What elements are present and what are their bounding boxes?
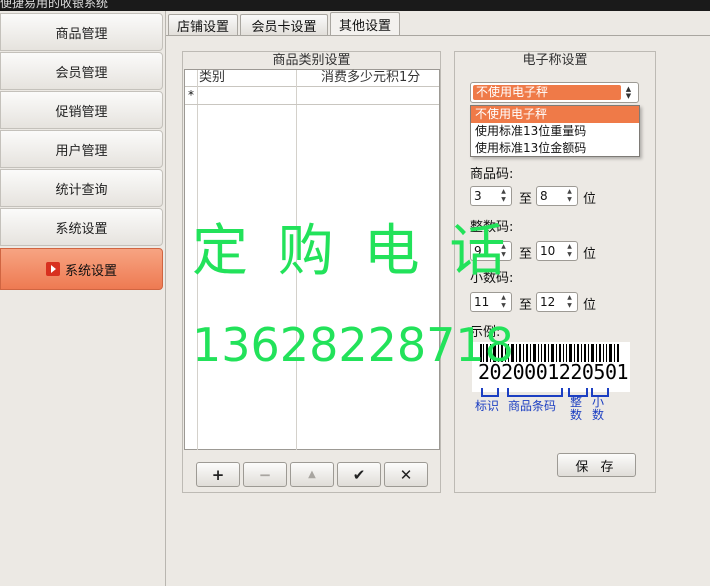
to-label: 至 bbox=[519, 247, 533, 262]
watermark-phone: 13628228718 bbox=[192, 318, 514, 372]
unit-label: 位 bbox=[583, 247, 597, 262]
column-header-category[interactable]: 类别 bbox=[199, 70, 225, 87]
legend-integer: 整 数 bbox=[570, 395, 583, 422]
legend-decimal: 小 数 bbox=[592, 395, 605, 422]
decimal-code-to-spinner[interactable]: 12 ▲ ▼ bbox=[536, 292, 578, 312]
sidebar-item-system-settings-active[interactable]: 系统设置 bbox=[0, 248, 163, 290]
move-up-button[interactable]: ▲ bbox=[290, 462, 334, 487]
legend-product: 商品条码 bbox=[508, 399, 557, 413]
remove-row-button[interactable]: − bbox=[243, 462, 287, 487]
product-code-from-spinner[interactable]: 3 ▲ ▼ bbox=[470, 186, 512, 206]
dropdown-option[interactable]: 使用标准13位重量码 bbox=[471, 123, 639, 140]
sidebar-item-system-settings[interactable]: 系统设置 bbox=[0, 208, 163, 246]
add-row-button[interactable]: + bbox=[196, 462, 240, 487]
table-row-new[interactable]: * bbox=[185, 87, 439, 105]
scale-group-title: 电子称设置 bbox=[522, 53, 588, 68]
window-title: 便捷易用的收银系统 bbox=[0, 0, 109, 10]
spinner-arrows-icon[interactable]: ▲ ▼ bbox=[563, 188, 576, 204]
sidebar-item-promotions[interactable]: 促销管理 bbox=[0, 91, 163, 129]
decimal-code-from-spinner[interactable]: 11 ▲ ▼ bbox=[470, 292, 512, 312]
tab-store-settings[interactable]: 店铺设置 bbox=[168, 14, 238, 35]
scale-mode-select[interactable]: 不使用电子秤 ▲ ▼ bbox=[470, 82, 639, 103]
title-bar: 便捷易用的收银系统 bbox=[0, 0, 710, 11]
integer-code-to-spinner[interactable]: 10 ▲ ▼ bbox=[536, 241, 578, 261]
sidebar-item-users[interactable]: 用户管理 bbox=[0, 130, 163, 168]
updown-arrow-icon: ▲ ▼ bbox=[625, 84, 632, 100]
scale-mode-value: 不使用电子秤 bbox=[473, 85, 621, 100]
category-group-title: 商品类别设置 bbox=[272, 53, 351, 68]
product-code-to-spinner[interactable]: 8 ▲ ▼ bbox=[536, 186, 578, 206]
watermark-title: 定 购 电 话 bbox=[192, 219, 512, 284]
new-row-marker: * bbox=[188, 88, 194, 102]
tab-member-card-settings[interactable]: 会员卡设置 bbox=[240, 14, 328, 35]
to-label: 至 bbox=[519, 192, 533, 207]
dropdown-option[interactable]: 使用标准13位金额码 bbox=[471, 140, 639, 157]
unit-label: 位 bbox=[583, 298, 597, 313]
product-code-label: 商品码: bbox=[470, 167, 514, 182]
scale-mode-dropdown: 不使用电子秤 使用标准13位重量码 使用标准13位金额码 bbox=[470, 105, 640, 157]
spinner-arrows-icon[interactable]: ▲ ▼ bbox=[563, 294, 576, 310]
save-button[interactable]: 保 存 bbox=[557, 453, 636, 477]
arrow-right-icon bbox=[45, 262, 60, 276]
sidebar: 商品管理 会员管理 促销管理 用户管理 统计查询 系统设置 系统设置 bbox=[0, 11, 166, 586]
sidebar-item-members[interactable]: 会员管理 bbox=[0, 52, 163, 90]
column-header-points[interactable]: 消费多少元积1分 bbox=[321, 70, 420, 87]
tab-bar: 店铺设置 会员卡设置 其他设置 bbox=[166, 11, 710, 36]
to-label: 至 bbox=[519, 298, 533, 313]
cancel-button[interactable]: ✕ bbox=[384, 462, 428, 487]
spinner-arrows-icon[interactable]: ▲ ▼ bbox=[563, 243, 576, 259]
sidebar-item-products[interactable]: 商品管理 bbox=[0, 13, 163, 51]
spinner-arrows-icon[interactable]: ▲ ▼ bbox=[497, 294, 510, 310]
grid-header: 类别 消费多少元积1分 bbox=[185, 70, 439, 87]
confirm-button[interactable]: ✔ bbox=[337, 462, 381, 487]
sidebar-item-statistics[interactable]: 统计查询 bbox=[0, 169, 163, 207]
unit-label: 位 bbox=[583, 192, 597, 207]
dropdown-option[interactable]: 不使用电子秤 bbox=[471, 106, 639, 123]
spinner-arrows-icon[interactable]: ▲ ▼ bbox=[497, 188, 510, 204]
tab-other-settings[interactable]: 其他设置 bbox=[330, 12, 400, 36]
legend-mark: 标识 bbox=[475, 399, 500, 413]
